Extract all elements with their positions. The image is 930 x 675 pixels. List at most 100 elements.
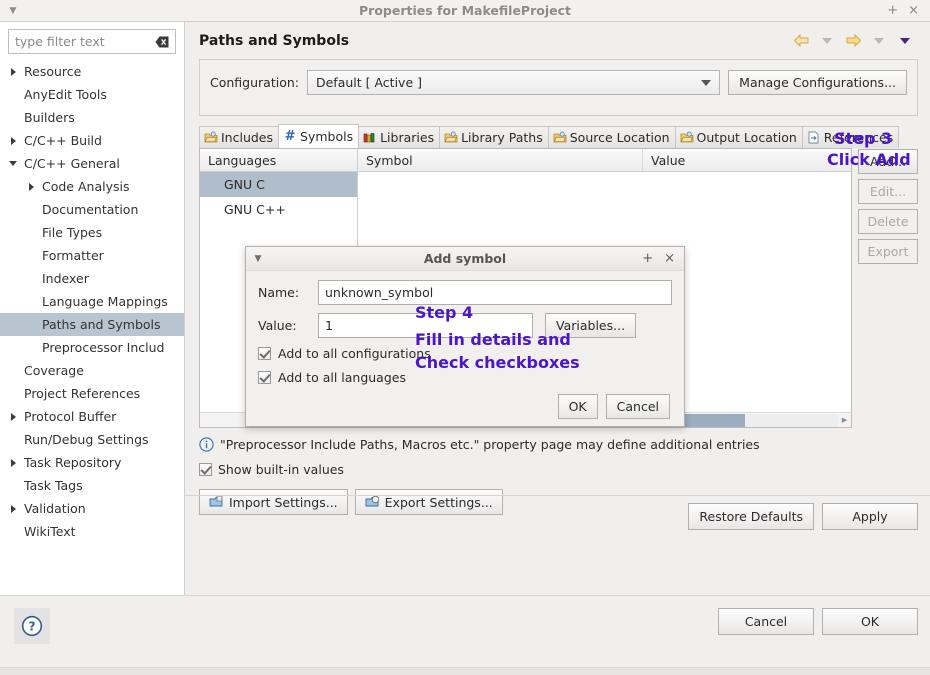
tree-twisty-down-icon[interactable]	[4, 161, 22, 166]
language-row[interactable]: GNU C++	[200, 197, 357, 222]
sidebar-item-language-mappings[interactable]: Language Mappings	[0, 290, 184, 313]
sidebar-item-label: C/C++ Build	[24, 133, 102, 148]
settings-tree[interactable]: Resource AnyEdit Tools Builders C/C++ Build…	[0, 59, 184, 597]
configuration-select[interactable]: Default [ Active ]	[306, 70, 721, 95]
search-input[interactable]	[9, 30, 175, 53]
column-header-symbol[interactable]: Symbol	[358, 149, 643, 171]
sidebar-item-label: Run/Debug Settings	[24, 432, 149, 447]
forward-dropdown-icon[interactable]	[868, 31, 890, 51]
sidebar-item-label: Preprocessor Includ	[42, 340, 165, 355]
show-builtin-values-row[interactable]: Show built-in values	[199, 462, 918, 477]
language-label: GNU C++	[224, 202, 286, 217]
help-button[interactable]: ?	[14, 608, 50, 644]
tree-twisty-right-icon[interactable]	[4, 412, 22, 421]
sidebar-item-builders[interactable]: Builders	[0, 106, 184, 129]
add-to-all-languages-checkbox[interactable]	[258, 371, 271, 384]
sidebar-item-c-c-build[interactable]: C/C++ Build	[0, 129, 184, 152]
forward-arrow-icon[interactable]	[842, 31, 864, 51]
dialog-maximize-icon[interactable]: +	[642, 252, 653, 265]
back-dropdown-icon[interactable]	[816, 31, 838, 51]
sidebar-item-preprocessor-includ[interactable]: Preprocessor Includ	[0, 336, 184, 359]
hash-icon: #	[284, 129, 296, 144]
window-titlebar: ▼ Properties for MakefileProject + ×	[0, 0, 930, 22]
sidebar-item-label: Task Repository	[24, 455, 122, 470]
sidebar-item-project-references[interactable]: Project References	[0, 382, 184, 405]
dialog-ok-button[interactable]: OK	[557, 394, 598, 419]
cancel-button[interactable]: Cancel	[718, 608, 814, 635]
tab-label: Libraries	[380, 130, 435, 145]
back-arrow-icon[interactable]	[790, 31, 812, 51]
sidebar-item-task-repository[interactable]: Task Repository	[0, 451, 184, 474]
sidebar-item-file-types[interactable]: File Types	[0, 221, 184, 244]
add-to-all-languages-row[interactable]: Add to all languages	[258, 370, 672, 385]
tree-twisty-right-icon[interactable]	[22, 182, 40, 191]
scroll-right-icon[interactable]: ▶	[838, 416, 851, 424]
show-builtin-values-label: Show built-in values	[218, 462, 344, 477]
sidebar-item-label: Resource	[24, 64, 82, 79]
sidebar-item-label: C/C++ General	[24, 156, 120, 171]
settings-navigation-pane: Resource AnyEdit Tools Builders C/C++ Build…	[0, 22, 185, 617]
tree-twisty-right-icon[interactable]	[4, 136, 22, 145]
dialog-cancel-button[interactable]: Cancel	[605, 394, 670, 419]
manage-configurations-button[interactable]: Manage Configurations...	[728, 70, 907, 95]
language-row[interactable]: GNU C	[200, 172, 357, 197]
view-menu-icon[interactable]	[894, 31, 916, 51]
info-text: "Preprocessor Include Paths, Macros etc.…	[220, 437, 760, 452]
apply-button[interactable]: Apply	[822, 503, 918, 530]
sidebar-item-formatter[interactable]: Formatter	[0, 244, 184, 267]
maximize-icon[interactable]: +	[887, 4, 898, 17]
close-icon[interactable]: ×	[908, 4, 919, 17]
filter-box[interactable]	[8, 29, 176, 54]
add-to-all-configurations-label: Add to all configurations	[278, 346, 431, 361]
chevron-down-icon[interactable]	[701, 79, 712, 86]
sidebar-item-label: Language Mappings	[42, 294, 168, 309]
includes-folder-icon	[204, 131, 218, 143]
configuration-label: Configuration:	[210, 75, 299, 90]
name-value: unknown_symbol	[325, 285, 434, 300]
sidebar-item-code-analysis[interactable]: Code Analysis	[0, 175, 184, 198]
tab-library-paths[interactable]: Library Paths	[439, 126, 549, 148]
value-label: Value:	[258, 318, 297, 333]
sidebar-item-resource[interactable]: Resource	[0, 60, 184, 83]
sidebar-item-label: Task Tags	[24, 478, 83, 493]
sidebar-item-documentation[interactable]: Documentation	[0, 198, 184, 221]
window-menu-icon[interactable]: ▼	[0, 6, 26, 16]
column-header-languages[interactable]: Languages	[200, 149, 357, 171]
name-field[interactable]: unknown_symbol	[318, 280, 672, 305]
restore-defaults-button[interactable]: Restore Defaults	[688, 503, 814, 530]
delete-button: Delete	[858, 209, 918, 234]
ok-button[interactable]: OK	[822, 608, 918, 635]
clear-field-icon[interactable]	[155, 36, 169, 48]
sidebar-item-paths-and-symbols[interactable]: Paths and Symbols	[0, 313, 184, 336]
sidebar-item-coverage[interactable]: Coverage	[0, 359, 184, 382]
sidebar-item-anyedit-tools[interactable]: AnyEdit Tools	[0, 83, 184, 106]
tab-symbols[interactable]: # Symbols	[278, 124, 360, 148]
tab-output-location[interactable]: Output Location	[674, 126, 803, 148]
tree-twisty-right-icon[interactable]	[4, 67, 22, 76]
tab-libraries[interactable]: Libraries	[358, 126, 441, 148]
property-tabs[interactable]: Includes # Symbols Libraries Library Paths So…	[199, 124, 918, 148]
sidebar-item-label: Paths and Symbols	[42, 317, 161, 332]
tree-twisty-right-icon[interactable]	[4, 504, 22, 513]
add-to-all-configurations-checkbox[interactable]	[258, 347, 271, 360]
references-file-icon	[808, 131, 819, 144]
sidebar-item-indexer[interactable]: Indexer	[0, 267, 184, 290]
sidebar-item-protocol-buffer[interactable]: Protocol Buffer	[0, 405, 184, 428]
tree-twisty-right-icon[interactable]	[4, 458, 22, 467]
tab-source-location[interactable]: Source Location	[547, 126, 676, 148]
tab-label: Symbols	[300, 129, 354, 144]
sidebar-item-c-c-general[interactable]: C/C++ General	[0, 152, 184, 175]
sidebar-item-wikitext[interactable]: WikiText	[0, 520, 184, 543]
sidebar-item-run-debug-settings[interactable]: Run/Debug Settings	[0, 428, 184, 451]
help-question-icon: ?	[21, 615, 43, 637]
sidebar-item-validation[interactable]: Validation	[0, 497, 184, 520]
value-value: 1	[325, 318, 333, 333]
sidebar-item-task-tags[interactable]: Task Tags	[0, 474, 184, 497]
show-builtin-values-checkbox[interactable]	[199, 463, 212, 476]
column-header-value[interactable]: Value	[643, 149, 851, 171]
annotation-step3-text: Click Add	[827, 150, 911, 169]
sidebar-item-label: Code Analysis	[42, 179, 130, 194]
tab-includes[interactable]: Includes	[199, 126, 280, 148]
page-header: Paths and Symbols	[185, 22, 930, 59]
dialog-close-icon[interactable]: ×	[664, 252, 675, 265]
